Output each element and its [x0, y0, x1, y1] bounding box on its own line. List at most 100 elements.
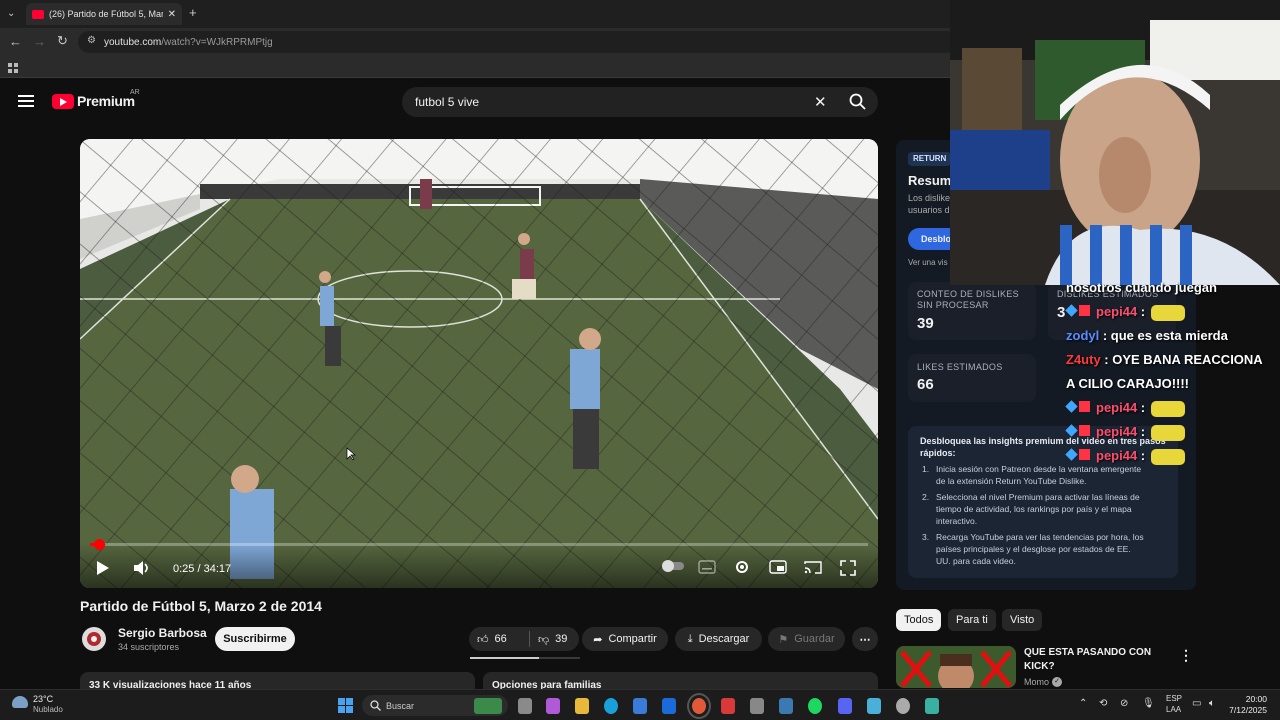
chat-badge-icon: [1065, 448, 1078, 461]
recommendation-title-1[interactable]: QUE ESTA PASANDO CON: [1024, 647, 1151, 658]
close-tab-icon[interactable]: ✕: [168, 9, 176, 20]
network-app-icon[interactable]: [925, 698, 939, 714]
widgets-icon[interactable]: [474, 698, 502, 714]
like-count: 66: [494, 633, 507, 645]
display-icon[interactable]: ▭: [1192, 698, 1201, 709]
sync-icon[interactable]: ⟲: [1099, 698, 1107, 709]
spotify-icon[interactable]: [808, 698, 822, 714]
edge-icon[interactable]: [604, 698, 618, 714]
mouse-cursor-icon: [346, 447, 356, 466]
clear-search-icon[interactable]: ✕: [814, 93, 827, 111]
play-icon[interactable]: [96, 560, 110, 580]
like-button[interactable]: 👍︎ 66: [477, 633, 529, 646]
chat-message: Z4uty : OYE BANA REACCIONA: [1066, 348, 1263, 372]
apps-grid-icon[interactable]: [8, 61, 19, 73]
remote-icon[interactable]: [867, 698, 881, 714]
cast-icon[interactable]: [804, 560, 822, 578]
chat-emote-icon: [1151, 304, 1186, 321]
speaker-icon[interactable]: 🔈︎: [1209, 698, 1215, 709]
chat-username: pepi44: [1096, 448, 1138, 463]
subtitles-icon[interactable]: [698, 560, 716, 578]
task-view-icon[interactable]: [518, 698, 532, 714]
dislike-count: 39: [555, 633, 568, 645]
windows-start-icon[interactable]: [338, 698, 353, 718]
autoplay-toggle[interactable]: [661, 559, 685, 577]
share-label: Compartir: [608, 633, 657, 645]
chat-emote-icon: [1151, 448, 1186, 465]
url-field[interactable]: ⚙ youtube.com/watch?v=WJkRPRMPtjg: [78, 31, 958, 53]
site-info-icon[interactable]: ⚙: [87, 35, 96, 46]
reload-icon[interactable]: ↻: [57, 34, 68, 48]
copilot-icon[interactable]: [546, 698, 560, 714]
share-button[interactable]: ➦ Compartir: [582, 627, 668, 651]
weather-text[interactable]: Nublado: [33, 705, 63, 714]
save-button[interactable]: ⚑ Guardar: [768, 627, 845, 651]
download-button[interactable]: ⤓ Descargar: [675, 627, 762, 651]
settings-icon[interactable]: [734, 559, 750, 579]
brand-premium[interactable]: Premium: [77, 93, 135, 109]
chip-para-ti[interactable]: Para ti: [948, 609, 996, 631]
raw-dislikes-value: 39: [917, 315, 934, 332]
weather-icon[interactable]: [12, 696, 28, 708]
channel-avatar[interactable]: [82, 627, 106, 651]
clock-date[interactable]: 7/12/2025: [1225, 705, 1267, 715]
chat-badge-icon: [1065, 400, 1078, 413]
search-value: futbol 5 vive: [415, 95, 480, 109]
weather-temp[interactable]: 23°C: [33, 694, 53, 704]
forward-icon[interactable]: →: [33, 35, 46, 49]
clock-time[interactable]: 20:00: [1242, 694, 1267, 704]
steam-icon[interactable]: [779, 698, 793, 714]
tab-list-icon[interactable]: ⌄: [7, 7, 15, 21]
windows-taskbar: 23°C Nublado Buscar ⌃ ⟲ ⊘ 🎙︎ ESP LAA ▭ 🔈…: [0, 689, 1280, 720]
search-icon[interactable]: [849, 93, 866, 113]
back-icon[interactable]: ←: [9, 35, 22, 49]
thumbs-down-icon: 👎︎: [538, 633, 550, 646]
chip-visto[interactable]: Visto: [1002, 609, 1043, 631]
outlook-icon[interactable]: [662, 698, 676, 714]
recommendation-channel[interactable]: Momo: [1024, 677, 1049, 687]
chat-emote-icon: [1151, 424, 1186, 441]
language-1[interactable]: ESP: [1166, 694, 1182, 703]
network-off-icon[interactable]: ⊘: [1120, 698, 1128, 709]
discord-icon[interactable]: [838, 698, 852, 714]
raw-dislikes-card: CONTEO DE DISLIKES SIN PROCESAR 39: [908, 282, 1036, 340]
github-icon[interactable]: [896, 698, 910, 714]
channel-name[interactable]: Sergio Barbosa: [118, 626, 207, 640]
menu-icon[interactable]: [18, 94, 34, 113]
tray-overflow-icon[interactable]: ⌃: [1079, 698, 1087, 709]
miniplayer-icon[interactable]: [769, 560, 787, 578]
chrome-icon[interactable]: [687, 693, 711, 719]
volume-icon[interactable]: [133, 560, 151, 580]
video-player[interactable]: 0:25 / 34:17: [80, 139, 878, 588]
fullscreen-icon[interactable]: [840, 560, 856, 580]
dislike-button[interactable]: 👎︎ 39: [530, 633, 567, 646]
chat-text: :: [1137, 304, 1146, 319]
recommendation-menu-icon[interactable]: ⋮: [1179, 647, 1193, 664]
back-app-icon[interactable]: [750, 698, 764, 714]
search-input[interactable]: futbol 5 vive ✕: [402, 87, 878, 117]
microphone-icon[interactable]: 🎙︎: [1142, 698, 1155, 709]
recommendation-thumbnail[interactable]: [896, 646, 1016, 688]
taskbar-search-label: Buscar: [386, 700, 415, 711]
more-actions-button[interactable]: ⋯: [852, 627, 878, 651]
recommendation-title-2[interactable]: KICK?: [1024, 661, 1055, 672]
subscribe-button[interactable]: Suscribirme: [215, 627, 295, 651]
chip-todos[interactable]: Todos: [896, 609, 942, 631]
insight-step-number: 1.: [922, 464, 930, 474]
store-icon[interactable]: [633, 698, 647, 714]
like-ratio-fill: [470, 657, 540, 659]
new-tab-icon[interactable]: +: [189, 6, 197, 20]
language-2[interactable]: LAA: [1166, 705, 1181, 714]
chat-badge-icon: [1079, 449, 1090, 460]
ryd-see-more[interactable]: Ver una vis: [908, 258, 948, 267]
recorder-icon[interactable]: [721, 698, 735, 714]
browser-tab-active[interactable]: (26) Partido de Fútbol 5, Marzo 2... ✕: [26, 3, 182, 25]
chat-badge-icon: [1079, 305, 1090, 316]
chat-message: pepi44 :: [1065, 300, 1186, 324]
youtube-logo-icon[interactable]: [52, 94, 74, 109]
taskbar-search-icon: [370, 700, 381, 713]
progress-bar[interactable]: [90, 539, 868, 550]
file-explorer-icon[interactable]: [575, 698, 589, 714]
bookmark-icon: ⚑: [778, 633, 789, 646]
chat-badge-icon: [1079, 425, 1090, 436]
